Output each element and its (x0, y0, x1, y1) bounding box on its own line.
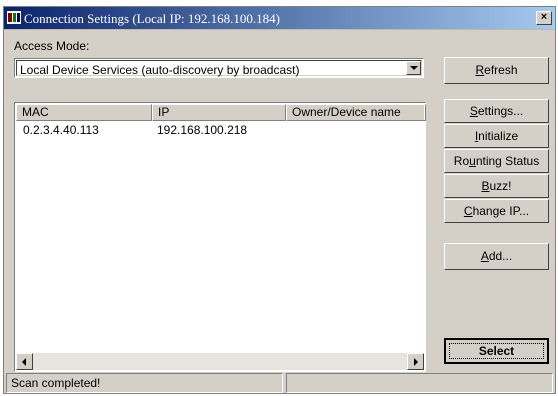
ip-cell: 192.168.100.218 (157, 123, 248, 137)
mac-cell: 0.2.3.4.40.113 (23, 123, 99, 137)
status-text: Scan completed! (6, 373, 283, 393)
network-app-icon (7, 11, 21, 24)
device-list[interactable]: MAC IP Owner/Device name 0.2.3.4.40.113 … (14, 102, 426, 372)
dropdown-button[interactable] (406, 61, 421, 75)
close-button[interactable]: × (536, 11, 552, 25)
device-list-header: MAC IP Owner/Device name (16, 104, 426, 121)
scroll-right-icon (414, 358, 418, 366)
title-bar[interactable]: Connection Settings (Local IP: 192.168.1… (4, 7, 555, 30)
change-ip-button[interactable]: Change IP... (444, 199, 549, 223)
rounting-status-button[interactable]: Rounting Status (444, 149, 549, 173)
select-button[interactable]: Select (444, 338, 549, 364)
access-mode-value: Local Device Services (auto-discovery by… (20, 63, 300, 77)
column-header-mac[interactable]: MAC (16, 104, 152, 121)
settings-button[interactable]: Settings... (444, 99, 549, 123)
column-header-owner[interactable]: Owner/Device name (286, 104, 426, 121)
scroll-left-icon (22, 358, 26, 366)
access-mode-dropdown[interactable]: Local Device Services (auto-discovery by… (14, 58, 424, 78)
refresh-button[interactable]: Refresh (444, 57, 549, 84)
connection-settings-dialog: Connection Settings (Local IP: 192.168.1… (3, 6, 556, 394)
initialize-button[interactable]: Initialize (444, 124, 549, 148)
column-header-ip[interactable]: IP (152, 104, 286, 121)
close-icon: × (540, 11, 548, 23)
horizontal-scrollbar[interactable] (16, 353, 424, 370)
buzz-button[interactable]: Buzz! (444, 174, 549, 198)
window-title: Connection Settings (Local IP: 192.168.1… (24, 11, 281, 26)
access-mode-label: Access Mode: (14, 39, 90, 53)
scroll-left-button[interactable] (16, 353, 33, 370)
scroll-right-button[interactable] (407, 353, 424, 370)
status-secondary-pane (286, 373, 553, 393)
table-row[interactable]: 0.2.3.4.40.113 192.168.100.218 (16, 123, 424, 138)
chevron-down-icon (410, 66, 418, 70)
add-button[interactable]: Add... (444, 243, 549, 270)
status-bar: Scan completed! (6, 373, 553, 393)
